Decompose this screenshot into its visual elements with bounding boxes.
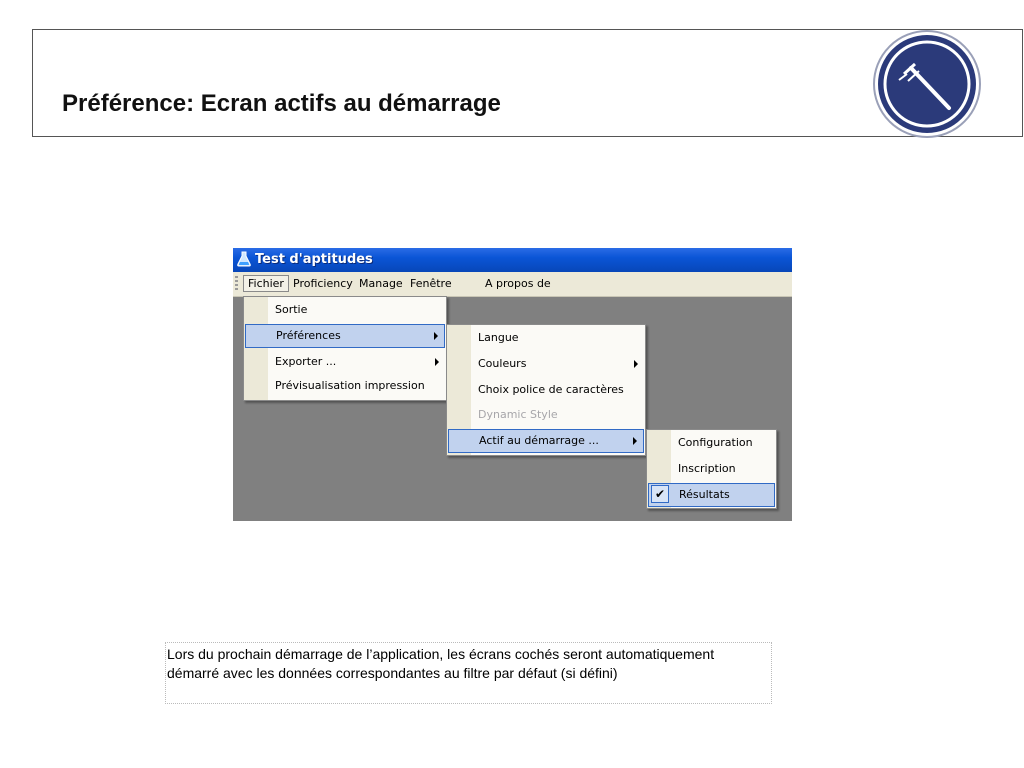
submenu-arrow-icon [435, 358, 439, 366]
menu-item-label: Dynamic Style [478, 408, 558, 421]
menu-item-label: Préférences [276, 329, 341, 342]
fichier-menu: Sortie Préférences Exporter ... Prévisua… [243, 296, 447, 401]
submenu-arrow-icon [634, 360, 638, 368]
menu-fenetre[interactable]: Fenêtre [406, 275, 456, 292]
menu-item-label: Langue [478, 331, 519, 344]
submenu-arrow-icon [434, 332, 438, 340]
menu-item-inscription[interactable]: Inscription [648, 457, 775, 481]
menu-proficiency[interactable]: Proficiency [289, 275, 357, 292]
menu-item-label: Résultats [679, 488, 730, 501]
menu-item-label: Actif au démarrage ... [479, 434, 599, 447]
menubar: Fichier Proficiency Manage Fenêtre A pro… [233, 272, 792, 297]
window-title: Test d'aptitudes [255, 252, 373, 267]
menu-item-label: Prévisualisation impression [275, 379, 425, 392]
submenu-arrow-icon [633, 437, 637, 445]
menu-item-previsualisation[interactable]: Prévisualisation impression [245, 374, 445, 398]
menu-item-configuration[interactable]: Configuration [648, 431, 775, 455]
menu-item-preferences[interactable]: Préférences [245, 324, 445, 348]
flask-icon [237, 251, 251, 267]
window-titlebar[interactable]: Test d'aptitudes [233, 248, 792, 272]
menu-item-label: Inscription [678, 462, 736, 475]
menu-item-label: Choix police de caractères [478, 383, 624, 396]
menu-fichier[interactable]: Fichier [243, 275, 289, 292]
menu-item-label: Configuration [678, 436, 753, 449]
actif-demarrage-submenu: Configuration Inscription ✔ Résultats [646, 429, 777, 509]
menu-item-label: Sortie [275, 303, 308, 316]
preferences-submenu: Langue Couleurs Choix police de caractèr… [446, 324, 646, 456]
menu-item-actif-demarrage[interactable]: Actif au démarrage ... [448, 429, 644, 453]
menu-item-exporter[interactable]: Exporter ... [245, 350, 445, 374]
menu-item-label: Couleurs [478, 357, 527, 370]
menu-item-couleurs[interactable]: Couleurs [448, 352, 644, 376]
page-title: Préférence: Ecran actifs au démarrage [62, 90, 501, 117]
gavel-icon [873, 30, 981, 138]
menu-item-dynamic-style: Dynamic Style [448, 403, 644, 427]
menubar-grip[interactable] [235, 276, 238, 290]
menu-item-choix-police[interactable]: Choix police de caractères [448, 378, 644, 402]
menu-item-resultats[interactable]: ✔ Résultats [648, 483, 775, 507]
menu-manage[interactable]: Manage [355, 275, 407, 292]
app-window: Test d'aptitudes Fichier Proficiency Man… [233, 248, 792, 521]
menu-item-langue[interactable]: Langue [448, 326, 644, 350]
menu-item-label: Exporter ... [275, 355, 337, 368]
checkmark-icon: ✔ [651, 485, 669, 503]
caption-text: Lors du prochain démarrage de l’applicat… [165, 642, 772, 704]
menu-item-sortie[interactable]: Sortie [245, 298, 445, 322]
menu-a-propos[interactable]: A propos de [481, 275, 555, 292]
slide-header: Préférence: Ecran actifs au démarrage [32, 29, 1023, 138]
